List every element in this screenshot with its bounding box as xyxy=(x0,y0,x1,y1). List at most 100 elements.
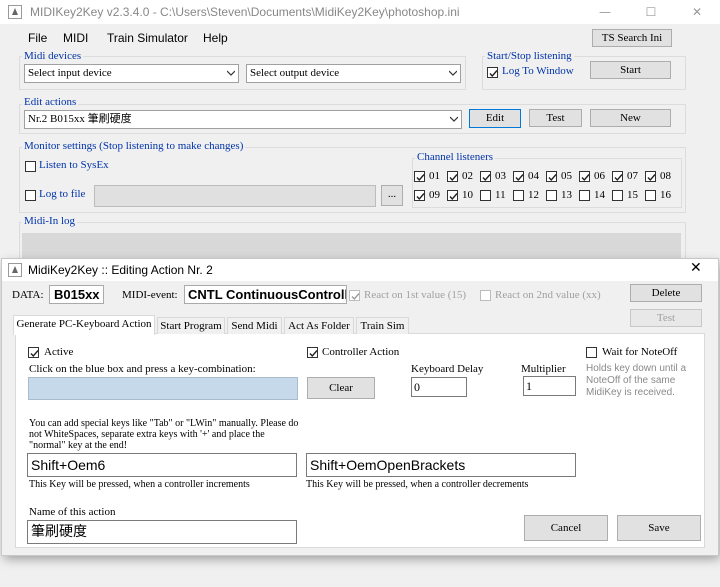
channel-10-checkbox[interactable] xyxy=(447,190,458,201)
keyboard-delay-input[interactable]: 0 xyxy=(411,377,467,397)
chevron-down-icon xyxy=(227,70,235,76)
channel-11-checkbox[interactable] xyxy=(480,190,491,201)
key-decrement-hint: This Key will be pressed, when a control… xyxy=(306,479,529,490)
channel-09-checkbox[interactable] xyxy=(414,190,425,201)
log-to-window-checkbox[interactable] xyxy=(487,67,498,78)
data-label: DATA: xyxy=(12,289,44,301)
menu-help[interactable]: Help xyxy=(203,31,228,45)
key-decrement-input[interactable]: Shift+OemOpenBrackets xyxy=(306,453,576,477)
channel-05-checkbox[interactable] xyxy=(546,171,557,182)
channel-15-label: 15 xyxy=(627,189,638,201)
channel-07-label: 07 xyxy=(627,170,638,182)
key-combo-hint: Click on the blue box and press a key-co… xyxy=(29,363,256,375)
dialog-title: MidiKey2Key :: Editing Action Nr. 2 xyxy=(28,263,213,277)
midi-in-log-area[interactable] xyxy=(22,233,681,259)
tab-act-as-folder[interactable]: Act As Folder xyxy=(284,317,354,334)
minimize-icon[interactable]: — xyxy=(582,0,628,24)
channel-03-label: 03 xyxy=(495,170,506,182)
channel-08-label: 08 xyxy=(660,170,671,182)
channel-06-label: 06 xyxy=(594,170,605,182)
controller-action-label: Controller Action xyxy=(322,346,400,358)
output-device-select[interactable]: Select output device xyxy=(246,64,461,83)
cancel-button[interactable]: Cancel xyxy=(524,515,608,541)
tab-generate-keyboard-action[interactable]: Generate PC-Keyboard Action xyxy=(13,315,155,335)
action-name-label: Name of this action xyxy=(29,506,116,518)
tab-start-program[interactable]: Start Program xyxy=(157,317,225,334)
channel-13-checkbox[interactable] xyxy=(546,190,557,201)
channel-01-label: 01 xyxy=(429,170,440,182)
close-icon[interactable]: ✕ xyxy=(674,0,720,24)
key-increment-hint: This Key will be pressed, when a control… xyxy=(29,479,250,490)
edit-button[interactable]: Edit xyxy=(469,109,521,128)
listen-sysex-checkbox[interactable] xyxy=(25,161,36,172)
channel-12-checkbox[interactable] xyxy=(513,190,524,201)
app-icon xyxy=(8,263,22,277)
menu-train-simulator[interactable]: Train Simulator xyxy=(107,31,188,45)
channel-04-label: 04 xyxy=(528,170,539,182)
dialog-test-button[interactable]: Test xyxy=(630,309,702,327)
channel-06-checkbox[interactable] xyxy=(579,171,590,182)
channel-11-label: 11 xyxy=(495,189,506,201)
react-2nd-label: React on 2nd value (xx) xyxy=(495,289,601,301)
channel-02-checkbox[interactable] xyxy=(447,171,458,182)
main-titlebar: MIDIKey2Key v2.3.4.0 - C:\Users\Steven\D… xyxy=(0,0,720,24)
new-button[interactable]: New xyxy=(590,109,671,127)
channel-16-checkbox[interactable] xyxy=(645,190,656,201)
channel-08-checkbox[interactable] xyxy=(645,171,656,182)
key-increment-input[interactable]: Shift+Oem6 xyxy=(27,453,297,477)
menu-midi[interactable]: MIDI xyxy=(63,31,88,45)
log-to-window-label: Log To Window xyxy=(502,65,574,77)
log-file-path-input[interactable] xyxy=(94,185,376,207)
action-name-input[interactable]: 筆刷硬度 xyxy=(27,520,297,544)
tab-send-midi[interactable]: Send Midi xyxy=(227,317,282,334)
edit-actions-label: Edit actions xyxy=(22,96,79,108)
channel-listeners-label: Channel listeners xyxy=(415,151,496,163)
react-2nd-checkbox[interactable] xyxy=(480,290,491,301)
tab-train-sim[interactable]: Train Sim xyxy=(356,317,409,334)
channel-09-label: 09 xyxy=(429,189,440,201)
controller-action-checkbox[interactable] xyxy=(307,347,318,358)
active-checkbox[interactable] xyxy=(28,347,39,358)
channel-07-checkbox[interactable] xyxy=(612,171,623,182)
test-button[interactable]: Test xyxy=(529,109,582,127)
channel-05-label: 05 xyxy=(561,170,572,182)
browse-button[interactable]: ... xyxy=(381,185,403,206)
channel-16-label: 16 xyxy=(660,189,671,201)
action-select-value: Nr.2 B015xx 筆刷硬度 xyxy=(28,113,132,125)
main-title: MIDIKey2Key v2.3.4.0 - C:\Users\Steven\D… xyxy=(30,5,460,19)
chevron-down-icon xyxy=(450,116,458,122)
multiplier-input[interactable]: 1 xyxy=(523,376,576,396)
output-device-value: Select output device xyxy=(250,67,340,79)
special-keys-hint: You can add special keys like "Tab" or "… xyxy=(29,418,299,451)
react-1st-checkbox[interactable] xyxy=(349,290,360,301)
keyboard-delay-label: Keyboard Delay xyxy=(411,363,484,375)
input-device-select[interactable]: Select input device xyxy=(24,64,239,83)
channel-04-checkbox[interactable] xyxy=(513,171,524,182)
start-button[interactable]: Start xyxy=(590,61,671,79)
active-label: Active xyxy=(44,346,74,358)
wait-noteoff-checkbox[interactable] xyxy=(586,347,597,358)
channel-02-label: 02 xyxy=(462,170,473,182)
start-stop-label: Start/Stop listening xyxy=(485,50,574,62)
clear-button[interactable]: Clear xyxy=(307,377,375,399)
menu-file[interactable]: File xyxy=(28,31,47,45)
key-capture-box[interactable] xyxy=(28,377,298,400)
input-device-value: Select input device xyxy=(28,67,112,79)
tab-strip: Generate PC-Keyboard Action Start Progra… xyxy=(13,315,413,335)
channel-01-checkbox[interactable] xyxy=(414,171,425,182)
wait-noteoff-hint: Holds key down until a NoteOff of the sa… xyxy=(586,363,687,398)
channel-15-checkbox[interactable] xyxy=(612,190,623,201)
channel-14-checkbox[interactable] xyxy=(579,190,590,201)
channel-13-label: 13 xyxy=(561,189,572,201)
close-icon[interactable]: ✕ xyxy=(690,260,702,276)
maximize-icon[interactable]: ☐ xyxy=(628,0,674,24)
channel-03-checkbox[interactable] xyxy=(480,171,491,182)
multiplier-label: Multiplier xyxy=(521,363,566,375)
log-to-file-checkbox[interactable] xyxy=(25,190,36,201)
monitor-settings-label: Monitor settings (Stop listening to make… xyxy=(22,140,246,152)
delete-button[interactable]: Delete xyxy=(630,284,702,302)
action-select[interactable]: Nr.2 B015xx 筆刷硬度 xyxy=(24,110,462,129)
listen-sysex-label: Listen to SysEx xyxy=(39,159,109,171)
ts-search-ini-button[interactable]: TS Search Ini xyxy=(592,29,672,47)
save-button[interactable]: Save xyxy=(617,515,701,541)
